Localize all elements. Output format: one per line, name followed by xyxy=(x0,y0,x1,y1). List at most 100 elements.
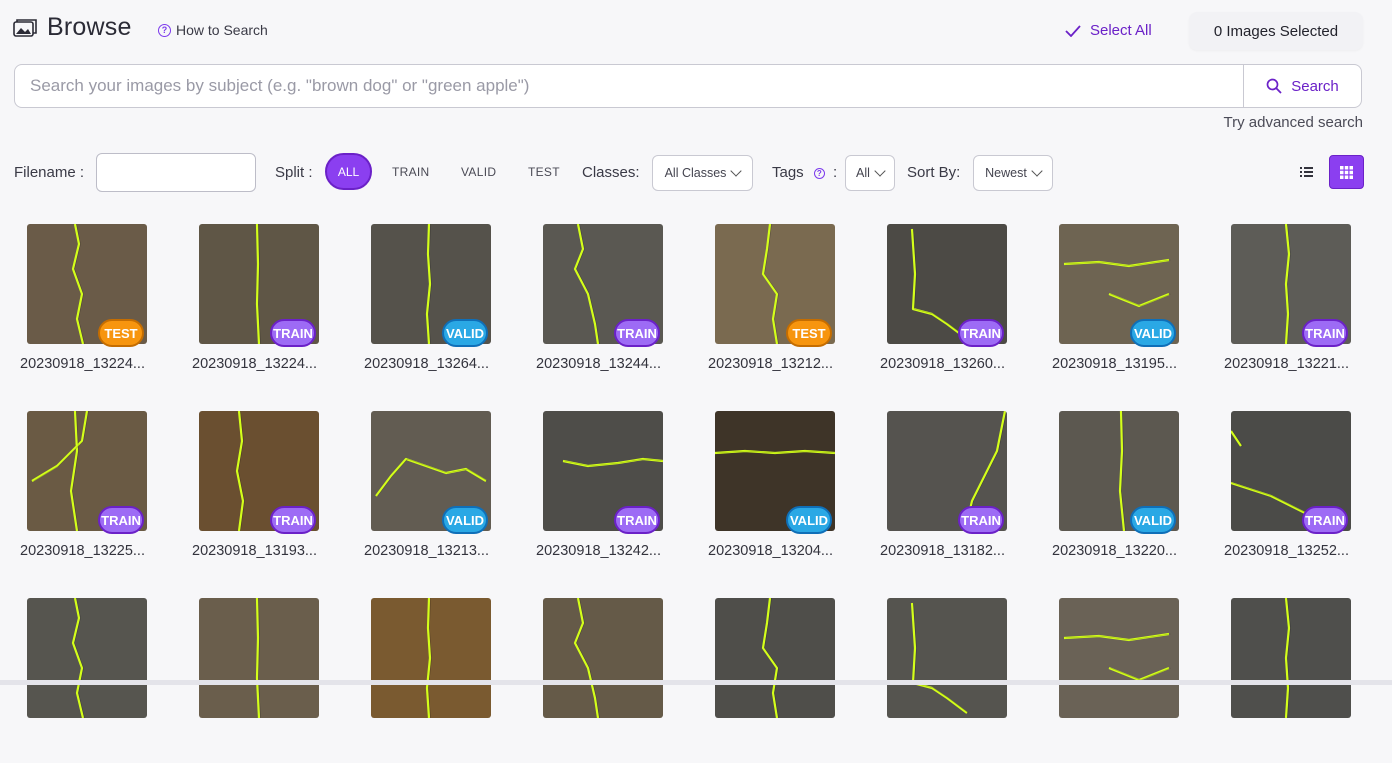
annotated-image xyxy=(887,598,1007,718)
image-filename: 20230918_13212... xyxy=(708,356,833,372)
classes-dropdown-value: All Classes xyxy=(664,166,727,180)
selected-count-badge: 0 Images Selected xyxy=(1189,12,1363,50)
image-filename: 20230918_13204... xyxy=(708,543,833,559)
split-option-test[interactable]: TEST xyxy=(528,165,560,179)
search-bar: Search xyxy=(14,64,1362,108)
split-badge: VALID xyxy=(442,506,488,534)
search-icon xyxy=(1266,78,1282,94)
chevron-down-icon xyxy=(1031,165,1043,177)
image-filename: 20230918_13224... xyxy=(20,356,145,372)
image-card[interactable]: TRAIN 20230918_13244... xyxy=(530,224,675,389)
image-filename: 20230918_13220... xyxy=(1052,543,1177,559)
classes-dropdown[interactable]: All Classes xyxy=(652,155,753,191)
search-button[interactable]: Search xyxy=(1243,65,1361,107)
image-filename: 20230918_13195... xyxy=(1052,356,1177,372)
image-filename: 20230918_13225... xyxy=(20,543,145,559)
image-filename: 20230918_13244... xyxy=(536,356,661,372)
image-thumbnail[interactable] xyxy=(1231,598,1351,718)
image-filename: 20230918_13182... xyxy=(880,543,1005,559)
list-view-icon[interactable] xyxy=(1295,162,1317,182)
split-badge: TEST xyxy=(786,319,832,347)
split-option-train[interactable]: TRAIN xyxy=(392,165,430,179)
split-badge: TRAIN xyxy=(98,506,144,534)
split-option-all[interactable]: ALL xyxy=(325,153,372,190)
tags-label: Tags xyxy=(772,164,804,181)
image-filename: 20230918_13252... xyxy=(1224,543,1349,559)
annotated-image xyxy=(543,598,663,718)
split-badge: TRAIN xyxy=(958,506,1004,534)
sort-label: Sort By: xyxy=(907,164,961,181)
split-badge: TRAIN xyxy=(270,506,316,534)
filter-bar: Filename : Split : ALL TRAIN VALID TEST … xyxy=(14,152,1364,192)
image-card[interactable]: TRAIN 20230918_13260... xyxy=(874,224,1019,389)
image-thumbnail[interactable] xyxy=(543,598,663,718)
image-card[interactable]: VALID 20230918_13213... xyxy=(358,411,503,576)
image-filename: 20230918_13260... xyxy=(880,356,1005,372)
split-badge: TRAIN xyxy=(270,319,316,347)
image-card[interactable]: VALID 20230918_13204... xyxy=(702,411,847,576)
search-input[interactable] xyxy=(15,65,1245,107)
how-to-search-label: How to Search xyxy=(176,22,268,38)
chevron-down-icon xyxy=(874,165,886,177)
tags-dropdown[interactable]: All xyxy=(845,155,895,191)
image-card[interactable]: TRAIN 20230918_13193... xyxy=(186,411,331,576)
grid-icon xyxy=(1340,165,1353,179)
image-card[interactable]: TRAIN 20230918_13221... xyxy=(1218,224,1363,389)
annotated-image xyxy=(715,598,835,718)
filename-input[interactable] xyxy=(96,153,256,192)
image-thumbnail[interactable] xyxy=(1059,598,1179,718)
image-card[interactable]: TRAIN 20230918_13224... xyxy=(186,224,331,389)
image-filename: 20230918_13264... xyxy=(364,356,489,372)
split-badge: TRAIN xyxy=(1302,319,1348,347)
image-filename: 20230918_13221... xyxy=(1224,356,1349,372)
search-button-label: Search xyxy=(1291,77,1339,95)
split-badge: VALID xyxy=(1130,319,1176,347)
image-thumbnail[interactable] xyxy=(199,598,319,718)
sort-dropdown-value: Newest xyxy=(985,166,1027,180)
image-thumbnail[interactable] xyxy=(715,598,835,718)
image-gallery-icon xyxy=(13,19,37,37)
annotated-image xyxy=(1231,598,1351,718)
grid-view-button[interactable] xyxy=(1329,155,1364,189)
top-bar: Browse ? How to Search Select All 0 Imag… xyxy=(0,0,1392,60)
tags-dropdown-value: All xyxy=(856,166,870,180)
split-option-valid[interactable]: VALID xyxy=(461,165,496,179)
image-card[interactable]: TEST 20230918_13224... xyxy=(14,224,159,389)
image-thumbnail[interactable] xyxy=(887,598,1007,718)
help-icon: ? xyxy=(158,23,171,37)
sort-dropdown[interactable]: Newest xyxy=(973,155,1053,191)
bottom-scroll-edge xyxy=(0,680,1392,685)
split-badge: TRAIN xyxy=(1302,506,1348,534)
select-all-label: Select All xyxy=(1090,22,1152,39)
split-label: Split : xyxy=(275,164,313,181)
annotated-image xyxy=(199,598,319,718)
image-card[interactable]: TRAIN 20230918_13252... xyxy=(1218,411,1363,576)
select-all-button[interactable]: Select All xyxy=(1065,22,1152,39)
image-filename: 20230918_13242... xyxy=(536,543,661,559)
filename-label: Filename : xyxy=(14,164,85,181)
image-card[interactable]: VALID 20230918_13264... xyxy=(358,224,503,389)
checkmark-icon xyxy=(1065,24,1081,37)
image-thumbnail[interactable] xyxy=(27,598,147,718)
split-badge: TRAIN xyxy=(614,506,660,534)
page-title: Browse xyxy=(47,13,132,41)
chevron-down-icon xyxy=(730,165,743,177)
image-thumbnail[interactable] xyxy=(371,598,491,718)
image-filename: 20230918_13224... xyxy=(192,356,317,372)
advanced-search-link[interactable]: Try advanced search xyxy=(1223,114,1363,131)
how-to-search-link[interactable]: ? How to Search xyxy=(158,22,268,38)
split-badge: VALID xyxy=(786,506,832,534)
image-card[interactable]: TEST 20230918_13212... xyxy=(702,224,847,389)
tags-help-icon[interactable]: ? xyxy=(813,167,825,179)
image-card[interactable]: TRAIN 20230918_13225... xyxy=(14,411,159,576)
annotated-image xyxy=(371,598,491,718)
image-filename: 20230918_13213... xyxy=(364,543,489,559)
image-card[interactable]: TRAIN 20230918_13182... xyxy=(874,411,1019,576)
split-badge: TRAIN xyxy=(958,319,1004,347)
image-card[interactable]: VALID 20230918_13220... xyxy=(1046,411,1191,576)
image-card[interactable]: TRAIN 20230918_13242... xyxy=(530,411,675,576)
tags-label-group: Tags ? : xyxy=(772,164,837,181)
split-badge: TEST xyxy=(98,319,144,347)
image-card[interactable]: VALID 20230918_13195... xyxy=(1046,224,1191,389)
tags-colon: : xyxy=(833,164,838,181)
